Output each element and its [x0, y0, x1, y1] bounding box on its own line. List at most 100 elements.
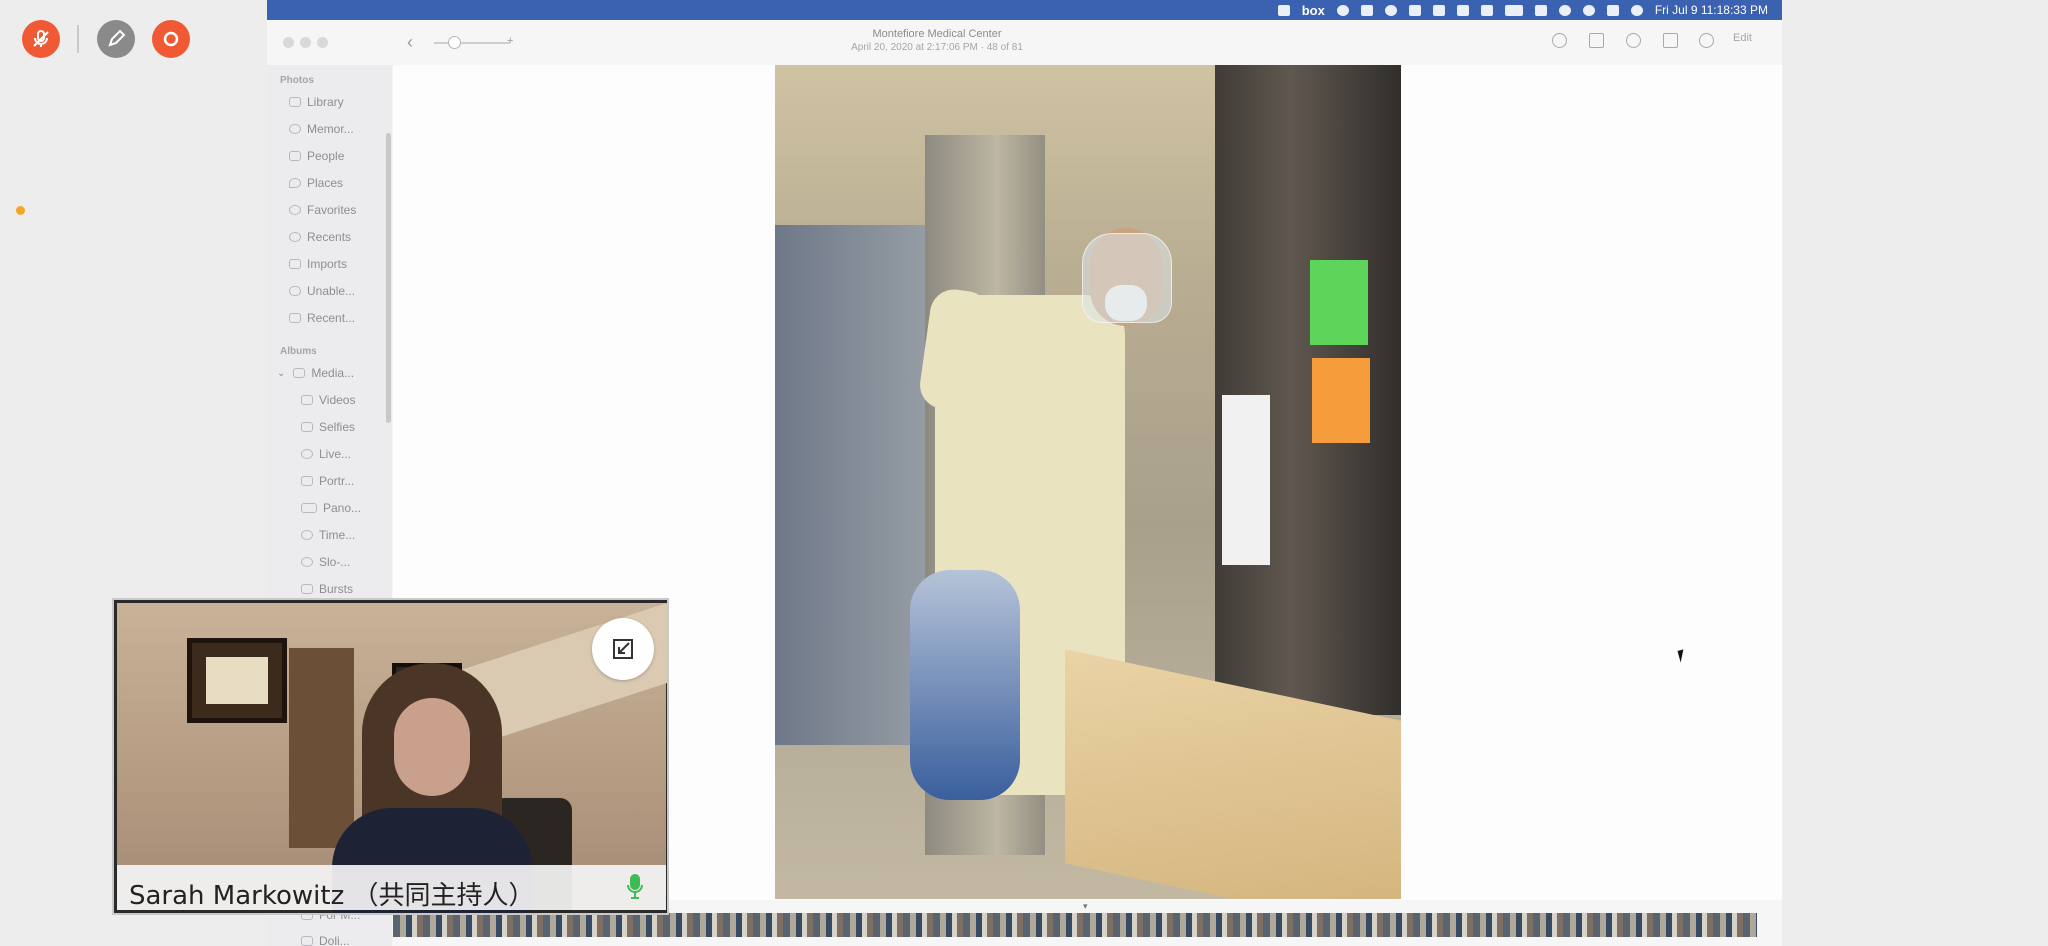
portrait-icon	[301, 476, 313, 486]
sidebar-item-label: Unable...	[307, 284, 356, 298]
video-bookshelf	[289, 648, 354, 848]
sidebar-item-portrait[interactable]: Portr...	[301, 471, 354, 491]
search-icon[interactable]	[1582, 4, 1595, 16]
live-photo-icon	[301, 449, 313, 459]
status-dot	[16, 206, 25, 215]
library-icon	[289, 97, 301, 107]
burst-icon	[301, 584, 313, 594]
participant-video-tile[interactable]: Sarah Markowitz （共同主持人）	[112, 598, 669, 915]
sidebar-item-bursts[interactable]: Bursts	[301, 579, 353, 599]
microphone-icon	[627, 874, 643, 899]
annotate-button[interactable]	[97, 20, 135, 58]
chevron-down-icon[interactable]: ⌄	[277, 368, 285, 379]
user-icon[interactable]	[1558, 4, 1571, 16]
window-icon[interactable]	[1360, 4, 1373, 16]
sidebar-group-media-types[interactable]: ⌄ Media...	[277, 363, 354, 383]
menubar-clock[interactable]: Fri Jul 9 11:18:33 PM	[1655, 3, 1768, 17]
zoom-status-icon[interactable]	[1432, 4, 1445, 16]
sidebar-item-recents[interactable]: Recents	[289, 227, 351, 247]
box-menu-item[interactable]: box	[1302, 3, 1325, 18]
sidebar-item-label: Favorites	[307, 203, 357, 217]
map-pin-icon	[289, 178, 301, 188]
sidebar-item-label: Imports	[307, 257, 348, 271]
sidebar-scrollbar[interactable]	[386, 133, 391, 423]
flag-icon[interactable]	[1456, 4, 1469, 16]
sidebar-item-slo-mo[interactable]: Slo-...	[301, 552, 350, 572]
heart-icon[interactable]	[1626, 33, 1641, 48]
bluetooth-icon[interactable]	[1480, 4, 1493, 16]
sidebar-item-imports[interactable]: Imports	[289, 254, 347, 274]
photo-face-shield	[1082, 233, 1172, 323]
sidebar-section-photos: Photos	[280, 75, 314, 86]
folder-icon	[293, 368, 306, 378]
photo-room-door	[1215, 65, 1401, 715]
sidebar-item-selfies[interactable]: Selfies	[301, 417, 355, 437]
selfie-icon	[301, 422, 313, 432]
edit-button[interactable]: Edit	[1733, 32, 1752, 44]
mac-menu-bar: box Fri Jul 9 11:18:33 PM	[267, 0, 1782, 20]
memories-icon	[289, 124, 301, 134]
video-diploma-frame	[187, 638, 287, 723]
sidebar-item-videos[interactable]: Videos	[301, 390, 355, 410]
siri-icon[interactable]	[1630, 4, 1643, 16]
sidebar-item-label: Doli...	[319, 934, 350, 946]
video-icon	[301, 395, 313, 405]
main-photo[interactable]	[775, 65, 1401, 899]
sidebar-item-live-photos[interactable]: Live...	[301, 444, 351, 464]
album-thumb-icon	[301, 936, 313, 946]
participant-name-bar: Sarah Markowitz （共同主持人）	[117, 865, 666, 911]
control-center-icon[interactable]	[1606, 4, 1619, 16]
photo-orange-sign	[1312, 358, 1370, 443]
participant-video	[117, 603, 667, 913]
stop-share-button[interactable]	[152, 20, 190, 58]
toolbar-separator	[77, 25, 79, 53]
sidebar-item-places[interactable]: Places	[289, 173, 343, 193]
pencil-icon	[108, 29, 126, 47]
trash-icon	[289, 313, 301, 323]
moon-icon[interactable]	[1336, 4, 1349, 16]
sidebar-item-label: Live...	[319, 447, 352, 461]
sidebar-item-doli[interactable]: Doli...	[301, 931, 350, 946]
sidebar-item-library[interactable]: Library	[289, 92, 344, 112]
wifi-icon[interactable]	[1534, 4, 1547, 16]
sidebar-item-label: Memor...	[307, 122, 354, 136]
photo-poster	[1222, 395, 1270, 565]
sidebar-item-label: Places	[307, 176, 344, 190]
sidebar-item-label: Bursts	[319, 582, 354, 596]
sidebar-item-label: Slo-...	[319, 555, 351, 569]
rotate-icon[interactable]	[1663, 33, 1678, 48]
sidebar-item-label: Library	[307, 95, 344, 109]
cloud-icon	[289, 286, 301, 296]
photo-plastic-bag	[910, 570, 1020, 800]
keyboard-icon[interactable]	[1408, 4, 1421, 16]
app-status-icon[interactable]	[1277, 4, 1290, 16]
battery-icon[interactable]	[1504, 4, 1523, 16]
photo-green-sign	[1310, 260, 1368, 345]
share-icon[interactable]	[1589, 33, 1604, 48]
info-icon[interactable]	[1552, 33, 1567, 48]
photo-title: Montefiore Medical Center	[872, 28, 1002, 40]
clock-icon	[289, 232, 301, 242]
microphone-off-icon	[33, 30, 49, 47]
sidebar-item-unable-to-upload[interactable]: Unable...	[289, 281, 355, 301]
unmute-button[interactable]	[22, 20, 60, 58]
play-icon[interactable]	[1384, 4, 1397, 16]
sidebar-item-label: Recent...	[307, 311, 356, 325]
filmstrip-thumbnails[interactable]	[393, 913, 1757, 937]
sidebar-item-label: Media...	[311, 366, 355, 380]
panorama-icon	[301, 503, 317, 513]
photo-date-subtitle: April 20, 2020 at 2:17:06 PM · 48 of 81	[851, 42, 1023, 53]
sidebar-section-albums: Albums	[280, 346, 317, 357]
sidebar-item-label: Recents	[307, 230, 352, 244]
filmstrip-current-marker: ▾	[1083, 901, 1088, 911]
enhance-icon[interactable]	[1699, 33, 1714, 48]
sidebar-item-memories[interactable]: Memor...	[289, 119, 354, 139]
sidebar-item-time-lapse[interactable]: Time...	[301, 525, 355, 545]
sidebar-item-people[interactable]: People	[289, 146, 344, 166]
exit-minimized-view-button[interactable]	[592, 618, 654, 680]
sidebar-item-favorites[interactable]: Favorites	[289, 200, 356, 220]
sidebar-item-panoramas[interactable]: Pano...	[301, 498, 361, 518]
sidebar-item-label: Time...	[319, 528, 356, 542]
video-participant-face	[394, 698, 470, 796]
sidebar-item-recently-deleted[interactable]: Recent...	[289, 308, 355, 328]
